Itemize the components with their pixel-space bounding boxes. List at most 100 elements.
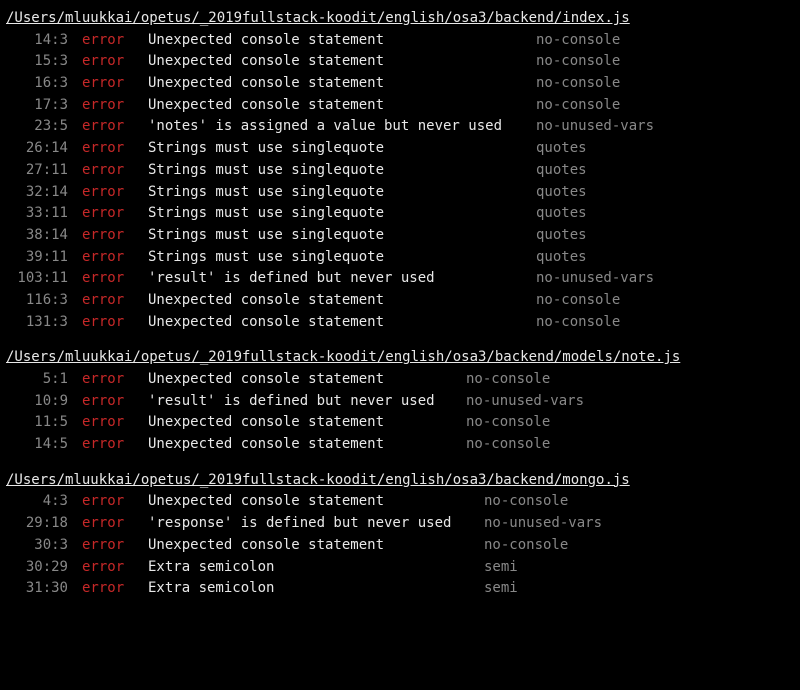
separator <box>134 391 148 413</box>
separator <box>68 182 82 204</box>
line-col: 17:3 <box>6 95 68 117</box>
separator <box>134 513 148 535</box>
file-path: /Users/mluukkai/opetus/_2019fullstack-ko… <box>0 470 800 492</box>
separator <box>134 557 148 579</box>
rule-id: no-console <box>518 95 620 117</box>
line-col: 14:5 <box>6 434 68 456</box>
lint-message: 'result' is defined but never used <box>148 391 435 413</box>
rule-id: no-console <box>518 290 620 312</box>
separator <box>68 203 82 225</box>
separator <box>134 182 148 204</box>
separator <box>134 268 148 290</box>
separator <box>68 268 82 290</box>
line-col: 10:9 <box>6 391 68 413</box>
severity: error <box>82 312 134 334</box>
separator <box>68 312 82 334</box>
rule-id: no-console <box>518 51 620 73</box>
lint-message: Strings must use singlequote <box>148 182 384 204</box>
lint-row: 30:29 error Extra semicolonsemi <box>0 557 800 579</box>
lint-message: Unexpected console statement <box>148 312 384 334</box>
separator <box>68 116 82 138</box>
lint-row: 103:11 error 'result' is defined but nev… <box>0 268 800 290</box>
severity: error <box>82 203 134 225</box>
line-col: 103:11 <box>6 268 68 290</box>
severity: error <box>82 557 134 579</box>
separator <box>68 51 82 73</box>
lint-row: 33:11 error Strings must use singlequote… <box>0 203 800 225</box>
line-col: 30:29 <box>6 557 68 579</box>
rule-id: no-unused-vars <box>448 391 584 413</box>
separator <box>68 30 82 52</box>
rule-id: quotes <box>518 182 587 204</box>
separator <box>134 73 148 95</box>
message-wrap: Unexpected console statement <box>148 73 518 95</box>
separator <box>68 491 82 513</box>
severity: error <box>82 369 134 391</box>
message-wrap: Strings must use singlequote <box>148 138 518 160</box>
lint-row: 131:3 error Unexpected console statement… <box>0 312 800 334</box>
lint-message: Strings must use singlequote <box>148 138 384 160</box>
file-block: /Users/mluukkai/opetus/_2019fullstack-ko… <box>0 347 800 455</box>
message-wrap: Unexpected console statement <box>148 312 518 334</box>
lint-row: 16:3 error Unexpected console statementn… <box>0 73 800 95</box>
message-wrap: 'result' is defined but never used <box>148 268 518 290</box>
separator <box>134 312 148 334</box>
message-wrap: Unexpected console statement <box>148 95 518 117</box>
separator <box>134 116 148 138</box>
message-wrap: Unexpected console statement <box>148 369 448 391</box>
lint-row: 31:30 error Extra semicolonsemi <box>0 578 800 600</box>
rule-id: no-console <box>518 73 620 95</box>
rule-id: quotes <box>518 138 587 160</box>
severity: error <box>82 73 134 95</box>
severity: error <box>82 290 134 312</box>
separator <box>68 369 82 391</box>
lint-row: 32:14 error Strings must use singlequote… <box>0 182 800 204</box>
line-col: 30:3 <box>6 535 68 557</box>
message-wrap: Unexpected console statement <box>148 51 518 73</box>
message-wrap: Strings must use singlequote <box>148 182 518 204</box>
rule-id: quotes <box>518 160 587 182</box>
lint-row: 27:11 error Strings must use singlequote… <box>0 160 800 182</box>
line-col: 15:3 <box>6 51 68 73</box>
rule-id: semi <box>466 578 518 600</box>
severity: error <box>82 160 134 182</box>
separator <box>68 557 82 579</box>
line-col: 32:14 <box>6 182 68 204</box>
line-col: 38:14 <box>6 225 68 247</box>
rule-id: no-unused-vars <box>518 268 654 290</box>
rule-id: no-console <box>448 369 550 391</box>
line-col: 131:3 <box>6 312 68 334</box>
separator <box>134 290 148 312</box>
lint-row: 26:14 error Strings must use singlequote… <box>0 138 800 160</box>
line-col: 31:30 <box>6 578 68 600</box>
rule-id: semi <box>466 557 518 579</box>
severity: error <box>82 116 134 138</box>
lint-message: Unexpected console statement <box>148 95 384 117</box>
lint-message: Unexpected console statement <box>148 491 384 513</box>
line-col: 33:11 <box>6 203 68 225</box>
rule-id: quotes <box>518 203 587 225</box>
message-wrap: Strings must use singlequote <box>148 203 518 225</box>
lint-row: 5:1 error Unexpected console statementno… <box>0 369 800 391</box>
separator <box>134 578 148 600</box>
severity: error <box>82 182 134 204</box>
lint-row: 39:11 error Strings must use singlequote… <box>0 247 800 269</box>
lint-message: Unexpected console statement <box>148 434 384 456</box>
separator <box>134 51 148 73</box>
file-path: /Users/mluukkai/opetus/_2019fullstack-ko… <box>0 347 800 369</box>
line-col: 16:3 <box>6 73 68 95</box>
severity: error <box>82 434 134 456</box>
line-col: 116:3 <box>6 290 68 312</box>
lint-row: 29:18 error 'response' is defined but ne… <box>0 513 800 535</box>
separator <box>68 290 82 312</box>
rule-id: quotes <box>518 225 587 247</box>
line-col: 29:18 <box>6 513 68 535</box>
severity: error <box>82 138 134 160</box>
severity: error <box>82 535 134 557</box>
separator <box>134 160 148 182</box>
line-col: 11:5 <box>6 412 68 434</box>
message-wrap: Unexpected console statement <box>148 290 518 312</box>
separator <box>134 247 148 269</box>
separator <box>68 578 82 600</box>
separator <box>134 138 148 160</box>
